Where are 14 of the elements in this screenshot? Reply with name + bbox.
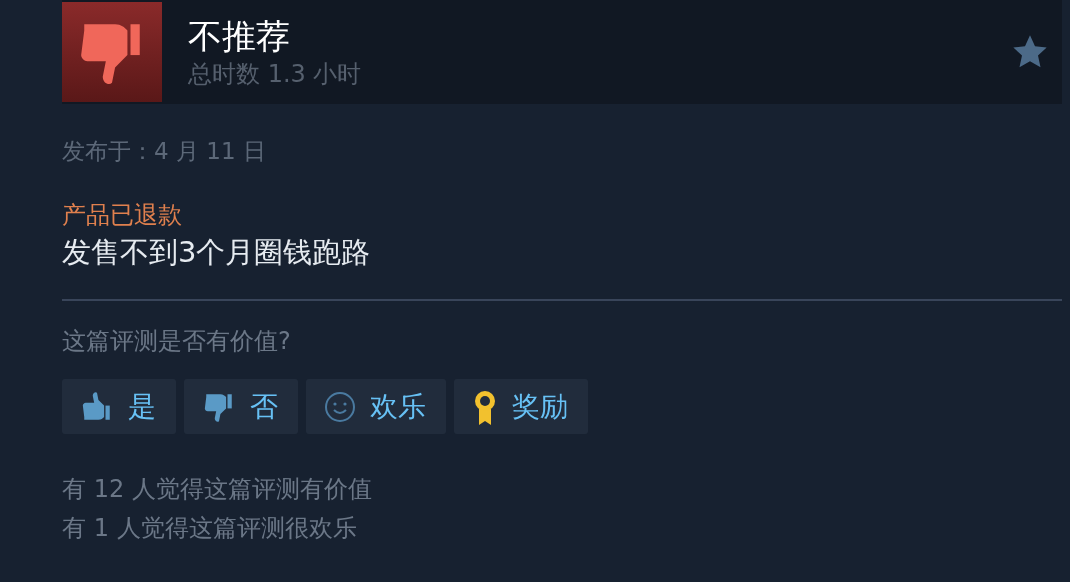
no-button[interactable]: 否: [184, 379, 298, 434]
verdict-title: 不推荐: [188, 15, 291, 58]
award-ribbon-icon: [472, 388, 498, 425]
review-text: 发售不到3个月圈钱跑路: [62, 234, 372, 271]
yes-button[interactable]: 是: [62, 379, 176, 434]
smiley-icon: [324, 390, 356, 423]
award-button[interactable]: 奖励: [454, 379, 588, 434]
refund-note: 产品已退款: [62, 200, 183, 231]
posted-date: 发布于：4 月 11 日: [62, 137, 267, 166]
vote-count-text: 有 12 人觉得这篇评测有价值: [62, 474, 373, 505]
funny-button[interactable]: 欢乐: [306, 379, 446, 434]
playtime-text: 总时数 1.3 小时: [188, 59, 363, 90]
helpful-question: 这篇评测是否有价值?: [62, 326, 292, 357]
vote-count-text: 有 1 人觉得这篇评测很欢乐: [62, 513, 358, 544]
